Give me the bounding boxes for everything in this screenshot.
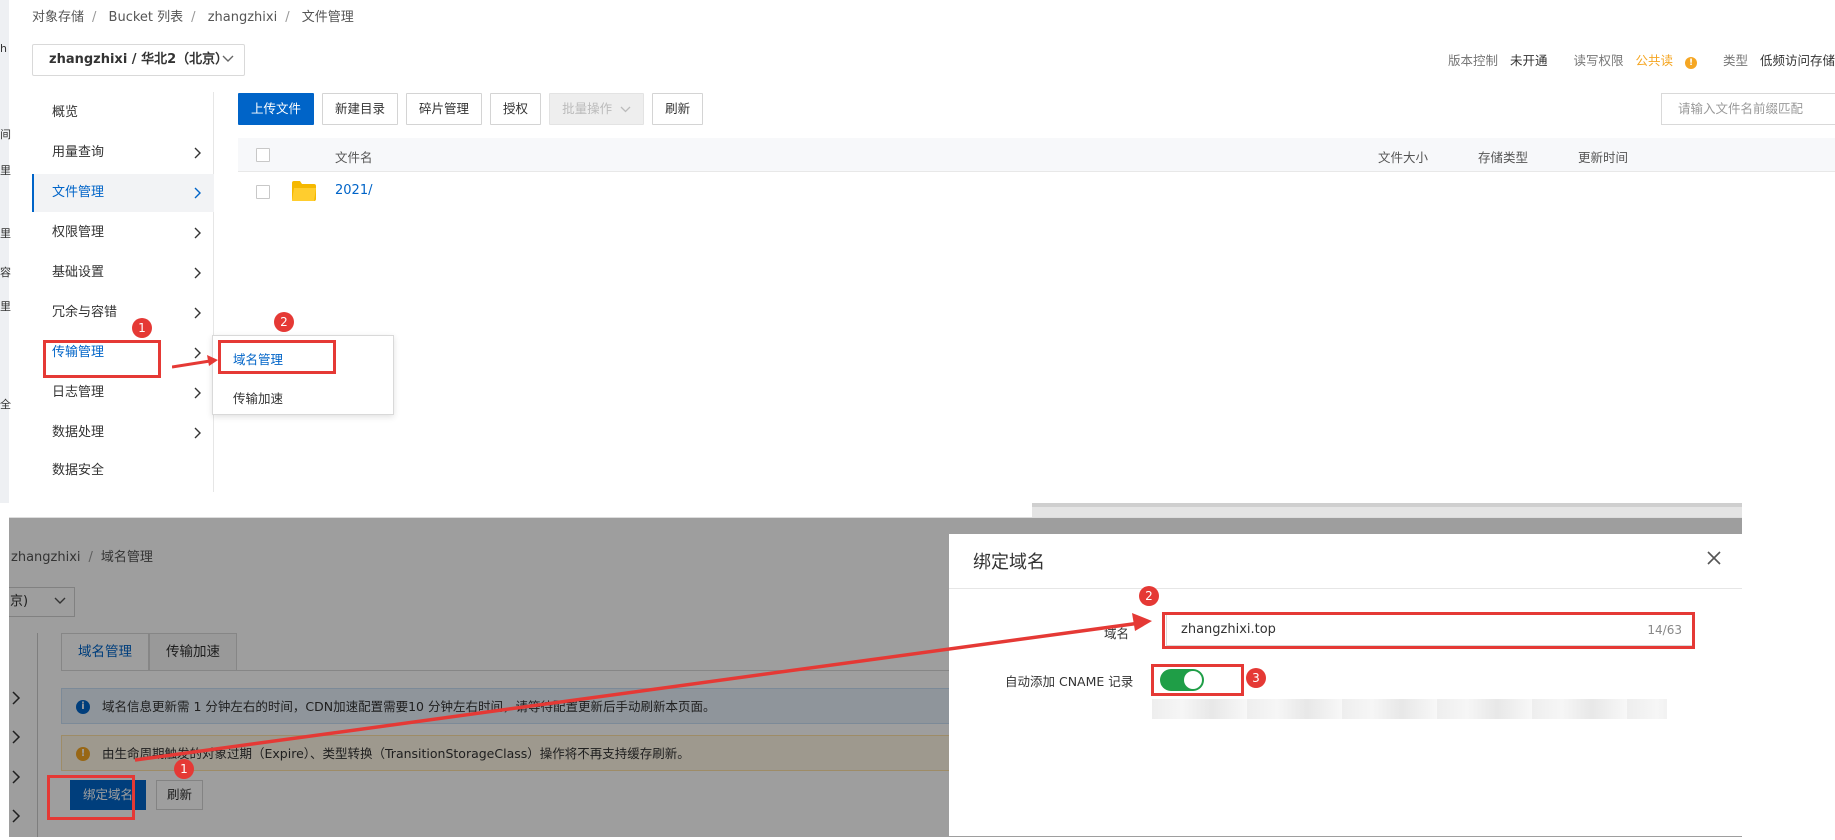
annotation-arrow-icon bbox=[134, 613, 1152, 762]
